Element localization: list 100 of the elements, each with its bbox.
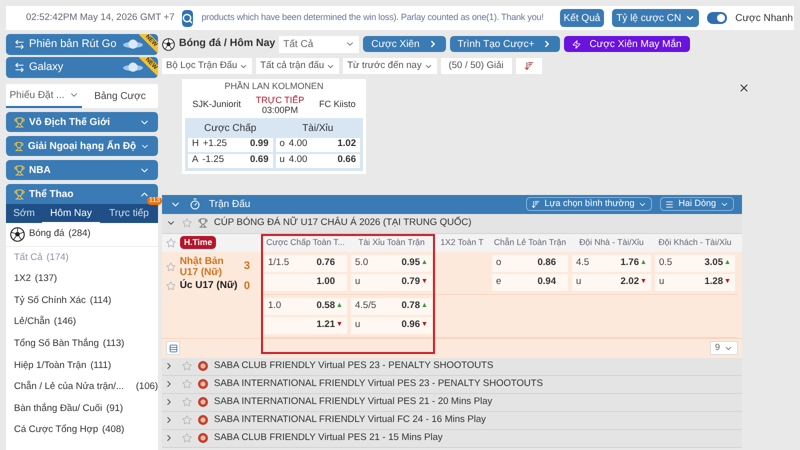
league-name: SABA INTERNATIONAL FRIENDLY Virtual PES 21 - 20 Mins Play bbox=[214, 394, 492, 409]
odds-button[interactable]: o 4.00 1.02 bbox=[276, 138, 360, 152]
league-count: (50 / 50) Giải bbox=[440, 58, 512, 74]
market-item[interactable]: Tỷ Số Chính Xác (114) bbox=[6, 290, 158, 312]
trophy-icon bbox=[14, 188, 25, 200]
odds-button[interactable]: e 0.94 bbox=[492, 274, 568, 290]
results-button[interactable]: Kết Quả bbox=[560, 9, 604, 27]
market-item[interactable]: Bàn thắng Đầu/ Cuối (91) bbox=[6, 398, 158, 420]
star-icon[interactable] bbox=[182, 361, 192, 371]
column-header: Cược Chấp Toàn T... bbox=[266, 236, 345, 249]
breadcrumb: Bóng đá / Hôm Nay bbox=[179, 36, 276, 52]
odds-button[interactable]: o 0.86 bbox=[492, 254, 568, 272]
panel-title: Trận Đấu bbox=[209, 198, 252, 212]
bet-tab[interactable]: Phiếu Đặt ... bbox=[6, 84, 82, 108]
sport-row[interactable]: Bóng đá (284) bbox=[6, 223, 158, 247]
action-button[interactable]: Trình Tạo Cược+ bbox=[450, 36, 560, 52]
team-score: 0 bbox=[244, 278, 250, 294]
league-row[interactable]: SABA CLUB FRIENDLY Virtual PES 23 - PENALTY SHOOTOUTS bbox=[162, 358, 742, 376]
date-time: 02:52:42PM May 14, 2026 GMT +7 bbox=[25, 10, 174, 25]
featured-league: PHẦN LAN KOLMONEN bbox=[223, 80, 325, 93]
market-item[interactable]: Cá Cược Tổng Hợp (408) bbox=[6, 420, 158, 442]
sort-button[interactable] bbox=[516, 58, 542, 74]
league-row[interactable]: SABA INTERNATIONAL FRIENDLY Virtual PES 21 - 20 Mins Play bbox=[162, 394, 742, 412]
column-header: Chẵn Lẻ Toàn Trận bbox=[494, 236, 566, 249]
market-item[interactable]: 1X2 (137) bbox=[6, 268, 158, 290]
league-row[interactable]: SABA INTERNATIONAL FRIENDLY Virtual FC 24 - 16 Mins Play bbox=[162, 412, 742, 430]
market-item[interactable]: Chẵn / Lẻ của Nửa trận/... (106) bbox=[6, 376, 158, 398]
banner-label: Phiên bản Rút Go bbox=[29, 37, 116, 52]
market-item[interactable]: Hiệp 1/Toàn Trận (111) bbox=[6, 354, 158, 377]
view-dropdown[interactable]: Hai Dòng bbox=[660, 197, 734, 211]
market-item[interactable]: Tổng Số Bàn Thắng (113) bbox=[6, 333, 158, 355]
odds-button[interactable]: 1.00 bbox=[264, 274, 347, 290]
star-icon[interactable] bbox=[182, 415, 192, 425]
timer-icon bbox=[189, 198, 201, 210]
match-status-badge: H.Time bbox=[180, 236, 216, 249]
star-icon[interactable] bbox=[166, 280, 176, 291]
team-name: SJK-Juniorit bbox=[192, 98, 241, 111]
action-button[interactable]: Cược Xiên bbox=[363, 36, 446, 52]
bet-tab[interactable]: Bảng Cược bbox=[82, 84, 158, 108]
sort-icon bbox=[531, 200, 540, 208]
column-header: Tài Xỉu Toàn Trận bbox=[358, 236, 425, 249]
chevron-down-icon bbox=[685, 13, 696, 23]
planet-icon bbox=[122, 38, 144, 51]
odds-button[interactable]: H +1.25 0.99 bbox=[188, 138, 272, 152]
sport-tab[interactable]: Sớm bbox=[6, 204, 42, 223]
filter-select[interactable]: Tất Cả bbox=[279, 36, 360, 52]
league-name: SABA INTERNATIONAL FRIENDLY Virtual PES 23 - PENALTY SHOOTOUTS bbox=[214, 376, 543, 391]
planet-icon bbox=[122, 61, 144, 74]
filter-dropdown[interactable]: Bộ Lọc Trận Đấu bbox=[162, 58, 252, 74]
market-item[interactable]: Lẻ/Chẵn (146) bbox=[6, 312, 158, 334]
odds-button[interactable]: u 4.00 0.66 bbox=[276, 154, 360, 168]
switch-icon bbox=[14, 39, 25, 50]
search-button[interactable] bbox=[182, 10, 194, 26]
page-size-select[interactable]: 9 bbox=[710, 341, 738, 355]
star-icon[interactable] bbox=[182, 379, 192, 389]
team-name: Nhật Bản U17 (Nữ) bbox=[180, 256, 225, 278]
star-icon[interactable] bbox=[166, 262, 176, 272]
odds-button[interactable]: A -1.25 0.69 bbox=[188, 154, 272, 168]
rows-icon bbox=[168, 344, 178, 352]
star-icon[interactable] bbox=[166, 238, 176, 248]
trophy-icon bbox=[14, 164, 25, 176]
featured-match-card[interactable]: PHẦN LAN KOLMONEN SJK-Juniorit TRỰC TIẾP 03:00PM FC Kiisto Cược Chấp H +1.25 0.99 A -1.25 0.69 Tài/Xỉu o 4.00 1.02 u 4.00 0.66 bbox=[182, 79, 366, 174]
odds-type-dropdown[interactable]: Tỷ lệ cược CN bbox=[612, 9, 700, 27]
star-icon[interactable] bbox=[182, 397, 192, 407]
search-icon bbox=[182, 12, 194, 24]
league-name: CÚP BÓNG ĐÁ NỮ U17 CHÂU Á 2026 (TẠI TRUNG QUỐC) bbox=[214, 216, 472, 230]
league-row[interactable]: SABA INTERNATIONAL FRIENDLY Virtual PES 23 - PENALTY SHOOTOUTS bbox=[162, 376, 742, 394]
layout-button[interactable] bbox=[166, 341, 180, 355]
news-ticker: products which have been determined the win loss). Parlay counted as one(1). Thank you! bbox=[201, 11, 544, 24]
menu-header[interactable]: NBA bbox=[6, 160, 158, 180]
sort-dropdown[interactable]: Lựa chọn bình thường bbox=[526, 197, 652, 211]
column-header: Đội Nhà - Tài/Xỉu bbox=[579, 236, 644, 249]
column-header: Đội Khách - Tài/Xỉu bbox=[658, 236, 732, 249]
menu-header[interactable]: Vô Địch Thế Giới bbox=[6, 112, 158, 132]
match-time: 03:00PM bbox=[262, 104, 298, 114]
league-name: SABA CLUB FRIENDLY Virtual PES 21 - 15 Mins Play bbox=[214, 430, 443, 445]
soccer-ball-icon bbox=[10, 227, 25, 242]
star-icon[interactable] bbox=[182, 433, 192, 443]
team-name: Úc U17 (Nữ) bbox=[180, 280, 239, 292]
star-icon[interactable] bbox=[182, 218, 192, 228]
league-name: SABA CLUB FRIENDLY Virtual PES 23 - PENALTY SHOOTOUTS bbox=[214, 358, 494, 373]
market-title: Cược Chấp bbox=[203, 122, 258, 136]
quick-bet-label: Cược Nhanh bbox=[735, 12, 793, 26]
banner-label: Galaxy bbox=[29, 60, 64, 76]
league-row[interactable]: SABA CLUB FRIENDLY Virtual PES 21 - 15 Mins Play bbox=[162, 430, 742, 448]
filter-dropdown[interactable]: Từ trước đến nay bbox=[343, 58, 437, 74]
league-row[interactable]: CÚP BÓNG ĐÁ NỮ U17 CHÂU Á 2026 (TẠI TRUNG QUỐC) bbox=[162, 214, 742, 234]
trophy-icon bbox=[14, 116, 25, 128]
odds-button[interactable]: 1/1.5 0.76 bbox=[264, 254, 347, 272]
league-name: SABA INTERNATIONAL FRIENDLY Virtual FC 24 - 16 Mins Play bbox=[214, 412, 486, 427]
market-title: Tài/Xỉu bbox=[301, 122, 334, 136]
filter-dropdown[interactable]: Tất cả trận đấu bbox=[256, 58, 340, 74]
action-button[interactable]: Cược Xiên May Mắn bbox=[564, 36, 690, 52]
menu-header[interactable]: Giải Ngoại hạng Ấn Độ bbox=[6, 136, 158, 156]
trophy-icon bbox=[14, 140, 24, 152]
close-icon[interactable] bbox=[738, 82, 750, 94]
quick-bet-toggle[interactable] bbox=[707, 12, 728, 24]
sport-tab[interactable]: Trực tiếp bbox=[100, 204, 158, 223]
soccer-ball-icon bbox=[162, 38, 175, 50]
trophy-icon bbox=[198, 218, 208, 228]
